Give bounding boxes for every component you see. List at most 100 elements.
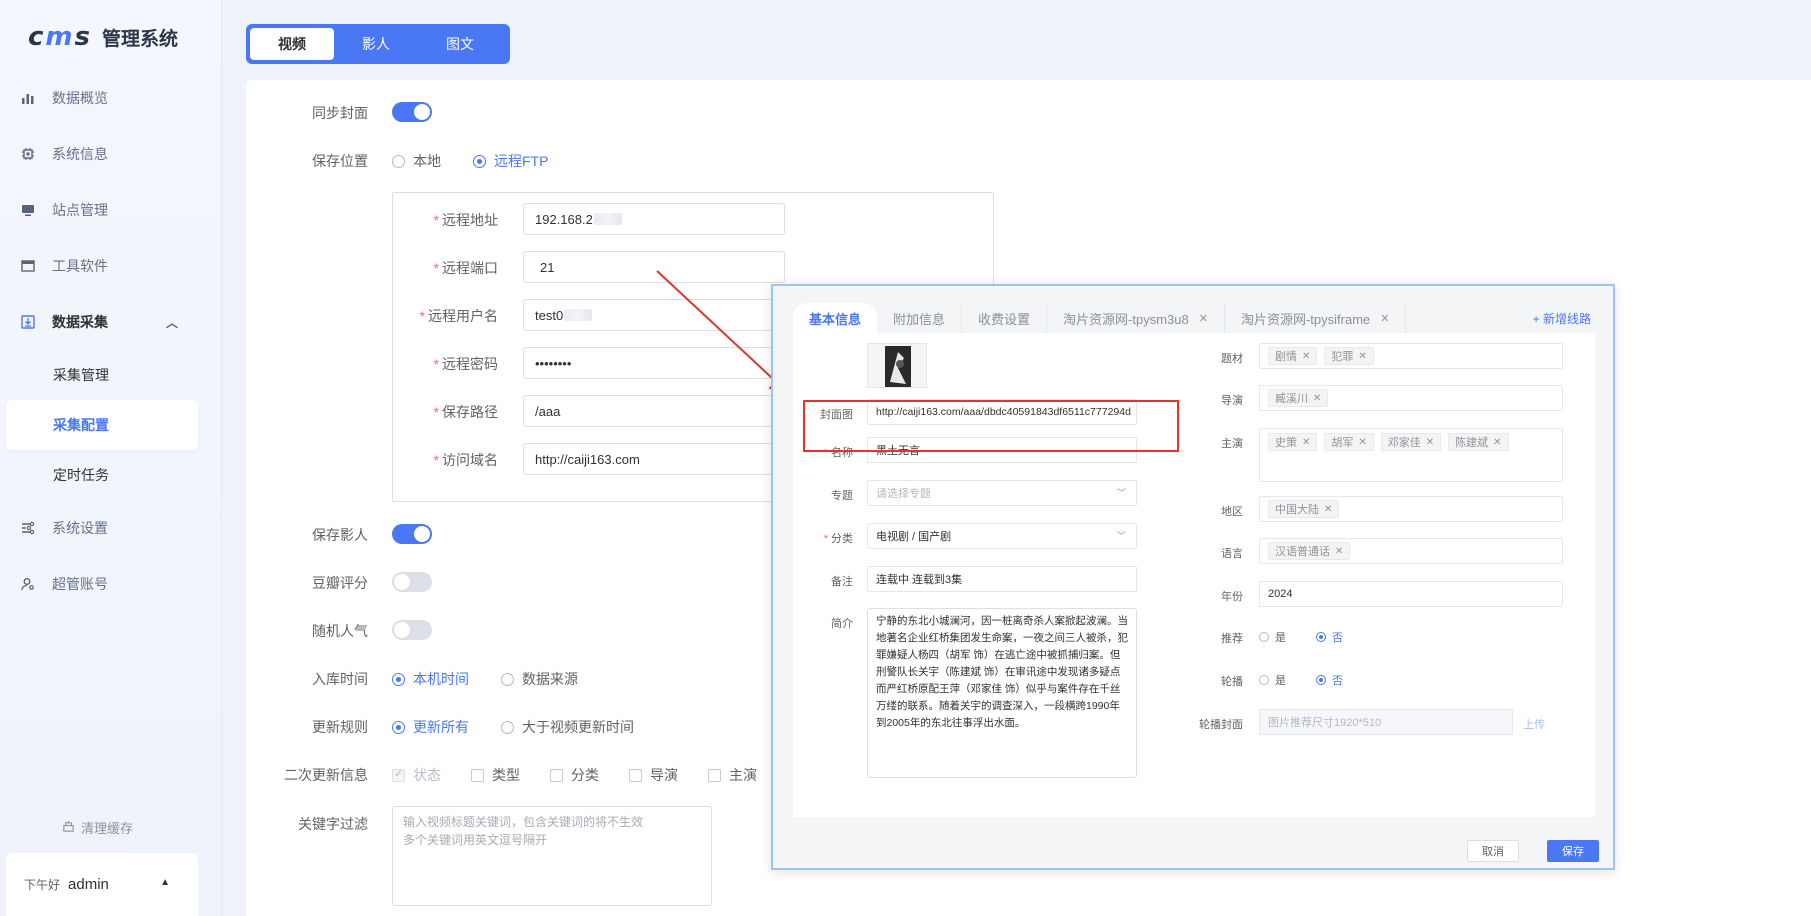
radio-no[interactable]: 否 xyxy=(1316,629,1343,645)
recommend-radio-group: 是 否 xyxy=(1259,629,1343,645)
tab-video[interactable]: 视频 xyxy=(250,28,334,60)
director-label: 导演 xyxy=(1221,395,1243,407)
checkbox-label: 分类 xyxy=(571,767,599,783)
save-path-input[interactable]: /aaa xyxy=(523,395,785,427)
store-time-radio-group: 本机时间 数据来源 xyxy=(392,669,578,689)
sidebar-subitem-collect-config[interactable]: 采集配置 xyxy=(6,400,198,450)
clear-cache-button[interactable]: 清理缓存 xyxy=(62,818,133,837)
sidebar-item-settings[interactable]: 系统设置 xyxy=(0,500,222,556)
radio-yes[interactable]: 是 xyxy=(1259,629,1286,645)
dialog-tabs: 基本信息 附加信息 收费设置 淘片资源网-tpysm3u8 ✕ 淘片资源网-tpy… xyxy=(793,303,1407,333)
sidebar-subitem-scheduled-task[interactable]: 定时任务 xyxy=(0,450,222,500)
save-button[interactable]: 保存 xyxy=(1547,840,1599,862)
sidebar-item-overview[interactable]: 数据概览 xyxy=(0,70,222,126)
keyword-filter-label: 关键字过滤 xyxy=(298,816,368,832)
user-menu[interactable]: 下午好 admin ▲ xyxy=(6,853,198,916)
checkbox-type[interactable]: 类型 xyxy=(471,765,520,785)
language-tags[interactable]: 汉语普通话 ✕ xyxy=(1259,538,1563,564)
sync-cover-switch[interactable] xyxy=(392,102,432,122)
topic-select[interactable]: 请选择专题 ﹀ xyxy=(867,480,1137,506)
radio-remote-ftp[interactable]: 远程FTP xyxy=(473,151,548,171)
highlight-box xyxy=(803,400,1179,452)
save-actor-switch[interactable] xyxy=(392,524,432,544)
remote-port-input[interactable]: 21 xyxy=(523,251,785,283)
content-tabs: 视频 影人 图文 xyxy=(246,24,510,64)
close-icon[interactable]: ✕ xyxy=(1302,437,1310,448)
save-actor-label: 保存影人 xyxy=(312,527,368,543)
clear-cache-label: 清理缓存 xyxy=(81,821,134,836)
radio-circle xyxy=(392,720,405,734)
cancel-button[interactable]: 取消 xyxy=(1467,840,1519,862)
cover-thumbnail[interactable] xyxy=(867,343,927,388)
remark-input[interactable]: 连载中 连载到3集 xyxy=(867,566,1137,592)
close-icon[interactable]: ✕ xyxy=(1313,393,1321,404)
douban-score-switch[interactable] xyxy=(392,572,432,592)
cast-tags[interactable]: 史策 ✕ 胡军 ✕ 邓家佳 ✕ 陈建斌 ✕ xyxy=(1259,428,1563,482)
checkbox-category[interactable]: 分类 xyxy=(550,765,599,785)
radio-local[interactable]: 本地 xyxy=(392,151,441,171)
greeting: 下午好 xyxy=(24,878,61,892)
upload-button[interactable]: 上传 xyxy=(1523,716,1545,732)
close-icon[interactable]: ✕ xyxy=(1358,437,1366,448)
director-tags[interactable]: 臧溪川 ✕ xyxy=(1259,385,1563,411)
sidebar-item-tools[interactable]: 工具软件 xyxy=(0,238,222,294)
theme-tags[interactable]: 剧情 ✕ 犯罪 ✕ xyxy=(1259,343,1563,369)
tab-actor[interactable]: 影人 xyxy=(334,28,418,60)
radio-data-source[interactable]: 数据来源 xyxy=(501,669,578,689)
remote-addr-input[interactable]: 192.168.2 xyxy=(523,203,785,235)
dialog-tab-basic[interactable]: 基本信息 xyxy=(793,303,878,333)
remote-pass-input[interactable]: •••••••• xyxy=(523,347,785,379)
radio-no[interactable]: 否 xyxy=(1316,672,1343,688)
region-label: 地区 xyxy=(1221,506,1243,518)
intro-textarea[interactable]: 宁静的东北小城澜河，因一桩离奇杀人案掀起波澜。当地著名企业红桥集团发生命案，一夜… xyxy=(867,608,1137,778)
sidebar-item-admin-account[interactable]: 超管账号 xyxy=(0,556,222,612)
radio-label: 本机时间 xyxy=(413,671,469,687)
keyword-filter-textarea[interactable]: 输入视频标题关键词，包含关键词的将不生效 多个关键词用英文逗号隔开 xyxy=(392,806,712,906)
category-select[interactable]: 电视剧 / 国产剧 ﹀ xyxy=(867,523,1137,549)
sidebar-item-data-collection[interactable]: 数据采集 ︿ xyxy=(0,294,222,350)
domain-input[interactable]: http://caiji163.com xyxy=(523,443,785,475)
save-location-radio-group: 本地 远程FTP xyxy=(392,151,548,171)
close-icon[interactable]: ✕ xyxy=(1335,546,1343,557)
sidebar-item-system-info[interactable]: 系统信息 xyxy=(0,126,222,182)
dialog-tab-source-m3u8[interactable]: 淘片资源网-tpysm3u8 ✕ xyxy=(1047,303,1225,333)
radio-yes[interactable]: 是 xyxy=(1259,672,1286,688)
dialog-tab-extra[interactable]: 附加信息 xyxy=(877,303,963,333)
radio-newer-than-video[interactable]: 大于视频更新时间 xyxy=(501,717,634,737)
radio-local-time[interactable]: 本机时间 xyxy=(392,669,469,689)
add-line-button[interactable]: + 新增线路 xyxy=(1533,310,1591,327)
tag: 犯罪 ✕ xyxy=(1324,347,1374,365)
checkbox-cast[interactable]: 主演 xyxy=(708,765,757,785)
tag: 史策 ✕ xyxy=(1268,433,1318,451)
update-rule-label: 更新规则 xyxy=(312,719,368,735)
close-icon[interactable]: ✕ xyxy=(1199,312,1208,325)
region-tags[interactable]: 中国大陆 ✕ xyxy=(1259,496,1563,522)
close-icon[interactable]: ✕ xyxy=(1324,504,1332,515)
checkbox-status[interactable]: 状态 xyxy=(392,765,441,785)
dialog-tab-fee[interactable]: 收费设置 xyxy=(962,303,1048,333)
checkbox-director[interactable]: 导演 xyxy=(629,765,678,785)
radio-update-all[interactable]: 更新所有 xyxy=(392,717,469,737)
dialog-tab-source-iframe[interactable]: 淘片资源网-tpysiframe ✕ xyxy=(1225,303,1407,333)
sidebar-item-sites[interactable]: 站点管理 xyxy=(0,182,222,238)
close-icon[interactable]: ✕ xyxy=(1358,351,1366,362)
tab-article[interactable]: 图文 xyxy=(418,28,502,60)
random-pop-switch[interactable] xyxy=(392,620,432,640)
year-input[interactable]: 2024 xyxy=(1259,581,1563,607)
sidebar-item-label: 数据概览 xyxy=(52,90,108,106)
system-name: 管理系统 xyxy=(102,28,179,50)
tag: 陈建斌 ✕ xyxy=(1448,433,1509,451)
checkbox-label: 类型 xyxy=(492,767,520,783)
sidebar-subitem-collect-manage[interactable]: 采集管理 xyxy=(0,350,222,400)
sidebar-item-label: 系统设置 xyxy=(52,520,108,536)
radio-label: 大于视频更新时间 xyxy=(522,719,634,735)
close-icon[interactable]: ✕ xyxy=(1380,312,1389,325)
close-icon[interactable]: ✕ xyxy=(1493,437,1501,448)
update-rule-radio-group: 更新所有 大于视频更新时间 xyxy=(392,717,634,737)
broom-icon xyxy=(62,820,75,836)
radio-label: 数据来源 xyxy=(522,671,578,687)
close-icon[interactable]: ✕ xyxy=(1426,437,1434,448)
chip-icon xyxy=(20,146,36,162)
close-icon[interactable]: ✕ xyxy=(1302,351,1310,362)
remote-user-input[interactable]: test0 xyxy=(523,299,785,331)
